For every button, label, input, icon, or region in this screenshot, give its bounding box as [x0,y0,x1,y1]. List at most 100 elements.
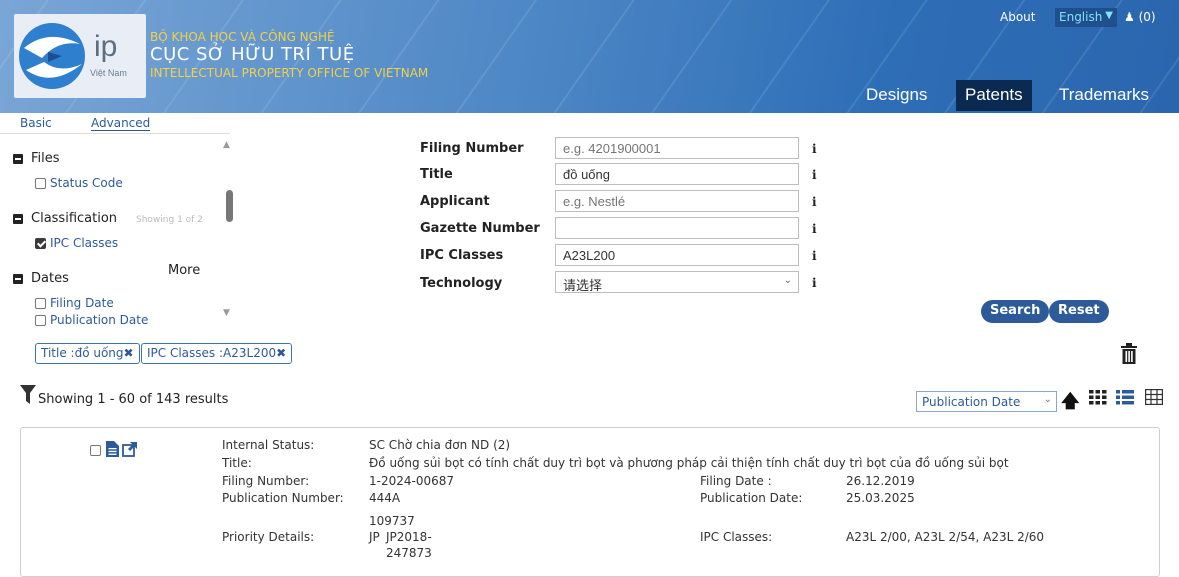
publication-date-value: 25.03.2025 [846,491,915,505]
office-name-vi: CỤC SỞ HỮU TRÍ TUỆ [150,44,355,65]
extra-number-value: 109737 [369,514,415,528]
logo-ip-text: ip [94,30,118,63]
checkbox-checked[interactable] [35,237,46,249]
close-icon[interactable]: ✖ [124,346,134,360]
tab-trademarks[interactable]: Trademarks [1050,80,1158,111]
trash-icon[interactable] [1120,343,1138,365]
cart-count: (0) [1138,10,1156,24]
tab-designs[interactable]: Designs [857,80,936,111]
filter-item-label: Filing Date [50,296,114,310]
checkbox[interactable] [35,297,46,309]
about-link[interactable]: About [1000,10,1035,24]
publication-number-label: Publication Number: [222,491,344,505]
collapse-icon [13,153,23,164]
filter-chip-title[interactable]: Title :đồ uống✖ [35,343,140,364]
sort-select[interactable]: Publication Date ⌄ [916,391,1057,412]
collapse-icon [13,213,23,224]
filing-date-value: 26.12.2019 [846,474,915,488]
sort-value: Publication Date [922,395,1021,409]
filter-filing-date[interactable]: Filing Date [35,296,114,310]
info-icon[interactable]: i [812,142,817,156]
chevron-down-icon: ▼ [1105,10,1113,21]
ipc-classes-value: A23L 2/00, A23L 2/54, A23L 2/60 [846,530,1045,544]
title-value[interactable]: Đồ uống sủi bọt có tính chất duy trì bọt… [369,456,1009,470]
document-icon[interactable] [106,441,119,457]
filing-date-label: Filing Date : [700,474,772,488]
filing-number-field-label: Filing Number: [222,474,310,488]
ipc-classes-field-label: IPC Classes: [700,530,773,544]
info-icon[interactable]: i [812,195,817,209]
priority-number-line2: 247873 [386,546,432,560]
filter-funnel-icon[interactable] [20,385,36,405]
filter-ipc-classes[interactable]: IPC Classes [35,236,118,250]
scroll-down-arrow-icon[interactable]: ▼ [223,308,230,318]
filter-publication-date[interactable]: Publication Date [35,313,148,327]
chevron-down-icon: ⌄ [1043,394,1052,405]
title-input[interactable] [555,163,799,185]
info-icon[interactable]: i [812,249,817,263]
checkbox[interactable] [35,314,46,326]
priority-number-line1: JP2018- [386,530,432,544]
filter-status-code[interactable]: Status Code [35,176,123,190]
info-icon[interactable]: i [812,168,817,182]
filter-group-dates[interactable]: Dates [13,271,69,286]
internal-status-value: SC Chờ chia đơn ND (2) [369,438,511,452]
search-button[interactable]: Search [981,300,1050,323]
priority-country: JP [369,530,380,544]
ipc-classes-input[interactable] [555,244,799,266]
scrollbar-thumb[interactable] [226,190,233,222]
external-link-icon[interactable] [122,441,138,457]
collapse-icon [13,273,23,284]
reset-button[interactable]: Reset [1049,300,1109,323]
grid-view-icon[interactable] [1089,389,1107,405]
close-icon[interactable]: ✖ [276,346,286,360]
filter-group-label: Dates [31,271,69,286]
list-view-icon[interactable] [1116,389,1134,405]
technology-select[interactable]: 请选择 ⌄ [555,271,799,294]
info-icon[interactable]: i [812,276,817,290]
basic-search-link[interactable]: Basic [20,116,52,130]
user-icon: ♟ [1124,10,1135,24]
cart-link[interactable]: ♟ (0) [1124,10,1156,24]
filter-group-label: Classification [31,211,118,226]
filter-item-label: IPC Classes [50,236,119,250]
chip-label: Title :đồ uống [41,346,124,360]
technology-value: 请选择 [563,279,603,294]
publication-number-value: 444A [369,491,401,505]
publication-date-label: Publication Date: [700,491,803,505]
applicant-label: Applicant [420,194,490,209]
result-card [20,427,1160,577]
more-filters-link[interactable]: More [168,263,200,278]
ministry-name: BỘ KHOA HỌC VÀ CÔNG NGHỆ [150,30,335,44]
technology-label: Technology [420,276,503,291]
office-name-en: INTELLECTUAL PROPERTY OFFICE OF VIETNAM [150,66,429,80]
results-summary: Showing 1 - 60 of 143 results [38,392,229,407]
filter-chip-ipc[interactable]: IPC Classes :A23L200✖ [141,343,293,364]
applicant-input[interactable] [555,190,799,212]
title-label: Title [420,167,453,182]
ip-vietnam-logo[interactable]: ip Việt Nam [14,14,146,98]
advanced-search-link[interactable]: Advanced [91,116,151,131]
info-icon[interactable]: i [812,222,817,236]
scroll-up-arrow-icon[interactable]: ▲ [223,140,230,150]
filter-item-label: Status Code [50,176,123,190]
chip-label: IPC Classes :A23L200 [147,346,277,360]
chevron-down-icon: ⌄ [783,275,792,286]
logo-swirl-icon [19,23,85,89]
result-select-checkbox[interactable] [90,445,101,456]
priority-details-label: Priority Details: [222,530,315,544]
gazette-number-input[interactable] [555,217,799,239]
internal-status-label: Internal Status: [222,438,315,452]
filing-number-input[interactable] [555,137,799,159]
filter-group-classification[interactable]: Classification [13,211,117,226]
tab-patents[interactable]: Patents [956,80,1032,111]
language-select[interactable]: English ▼ [1055,8,1117,27]
checkbox[interactable] [35,177,46,189]
ipc-classes-label: IPC Classes [420,248,504,263]
filter-group-label: Files [31,151,60,166]
filter-showing-count: Showing 1 of 2 [136,215,203,225]
sort-direction-up-icon[interactable]: 🡅 [1061,389,1080,419]
gazette-number-label: Gazette Number [420,221,540,236]
filter-group-files[interactable]: Files [13,151,60,166]
table-view-icon[interactable] [1145,389,1163,405]
